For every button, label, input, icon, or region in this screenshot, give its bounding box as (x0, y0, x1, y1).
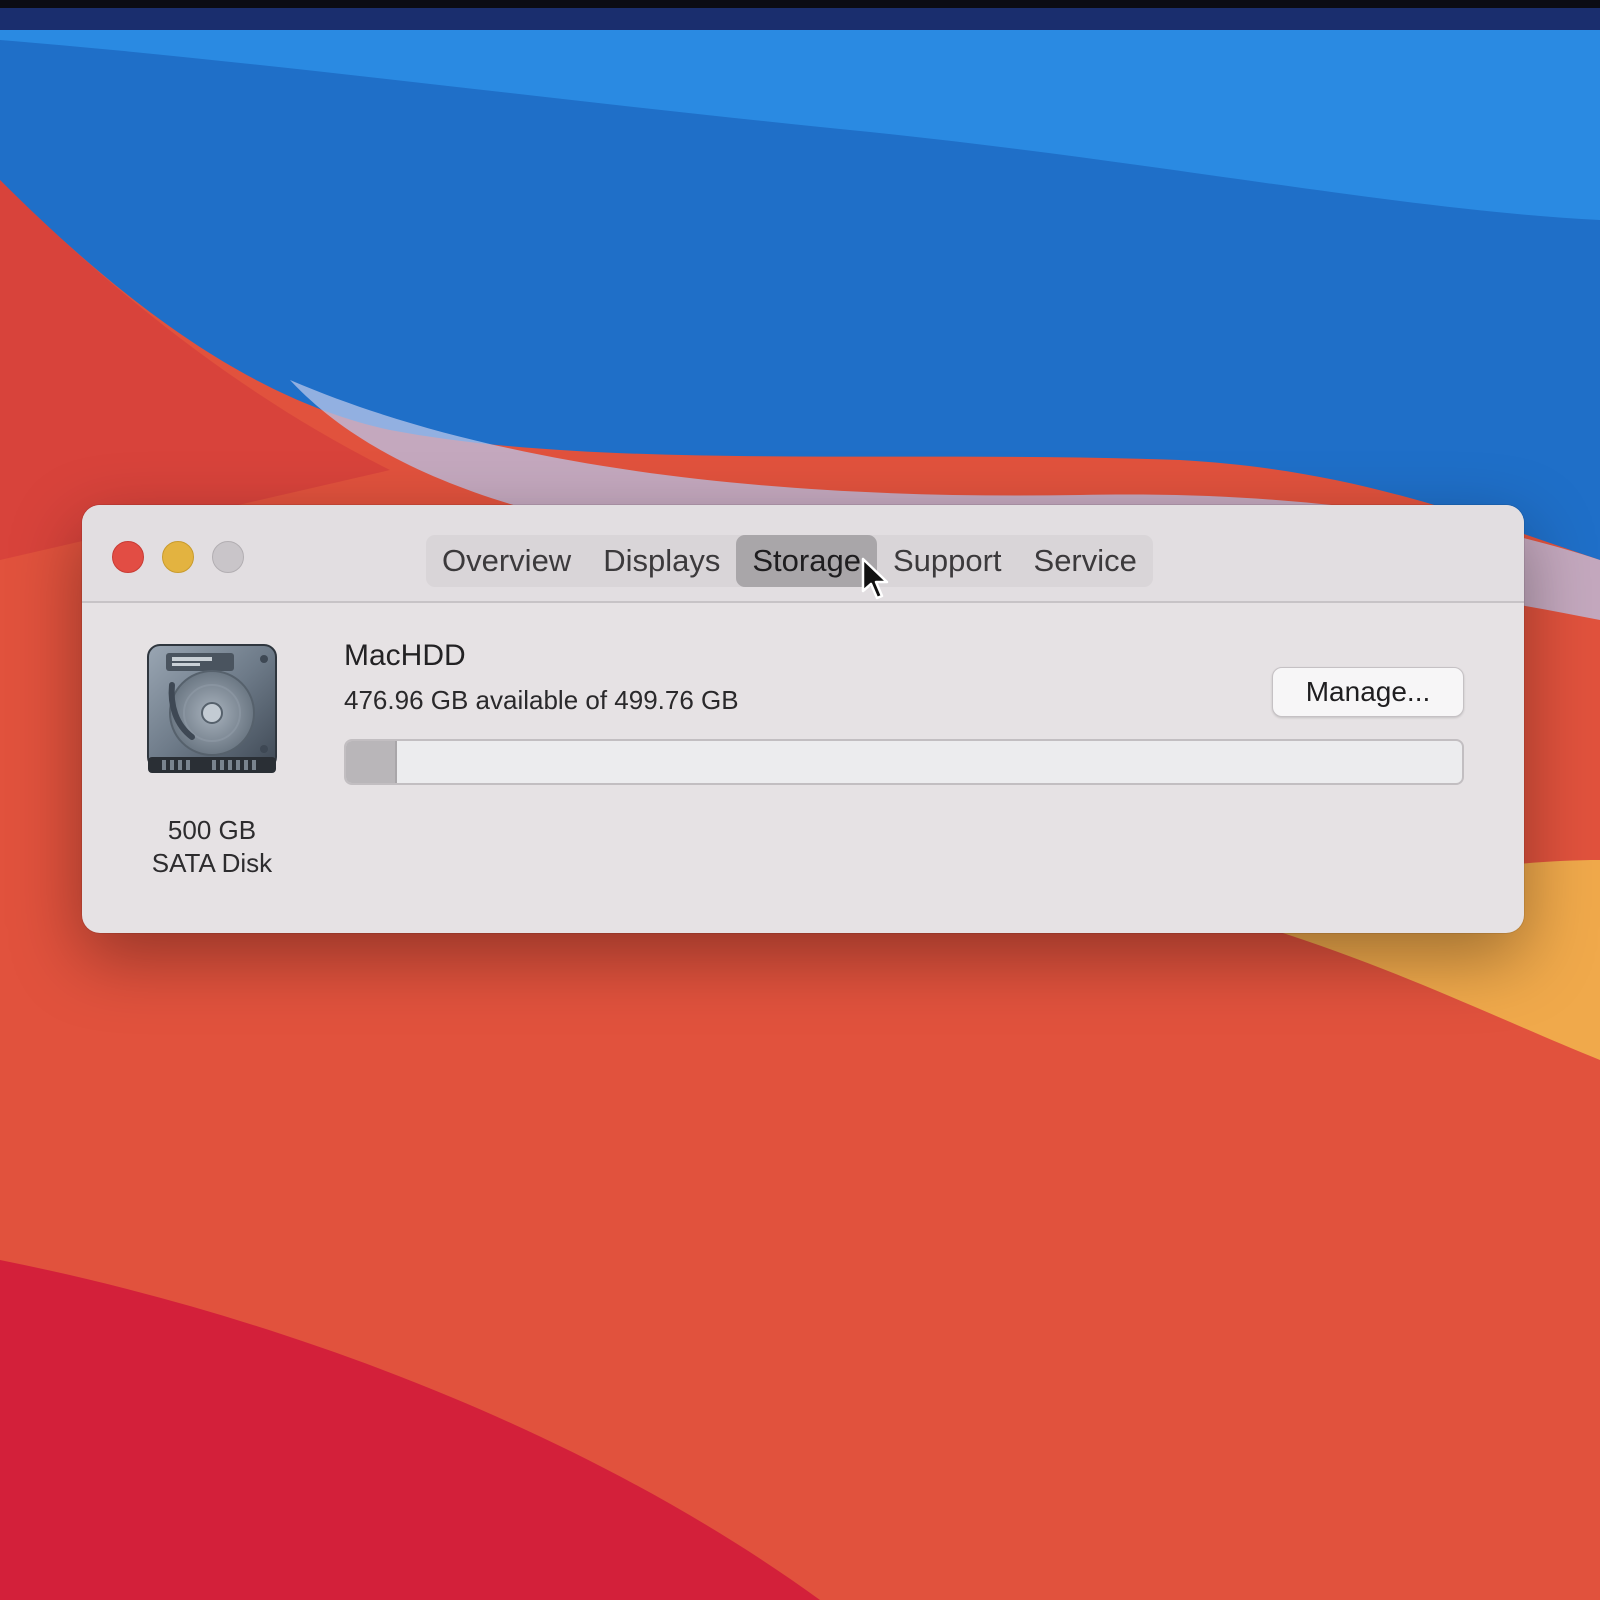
zoom-button[interactable] (212, 541, 244, 573)
storage-usage-bar (344, 739, 1464, 785)
volume-usage-text: 476.96 GB available of 499.76 GB (344, 685, 739, 715)
storage-used-segment (346, 741, 397, 783)
minimize-button[interactable] (162, 541, 194, 573)
volume-name: MacHDD (344, 639, 466, 672)
storage-panel: 500 GB SATA Disk MacHDD 476.96 GB availa… (82, 603, 1524, 933)
about-this-mac-window: Overview Displays Storage Support Servic… (82, 505, 1524, 933)
manage-button[interactable]: Manage... (1272, 667, 1464, 717)
tab-overview[interactable]: Overview (426, 535, 587, 587)
tab-storage[interactable]: Storage (736, 535, 877, 587)
disk-type-label: SATA Disk (151, 848, 273, 878)
tab-service[interactable]: Service (1018, 535, 1153, 587)
pointer-cursor-icon (861, 557, 889, 600)
tab-bar: Overview Displays Storage Support Servic… (426, 535, 1153, 587)
desktop: Overview Displays Storage Support Servic… (0, 0, 1600, 1600)
tab-support[interactable]: Support (877, 535, 1018, 587)
disk-size-label: 500 GB (167, 815, 257, 845)
tab-displays[interactable]: Displays (587, 535, 736, 587)
hard-drive-icon (147, 644, 277, 773)
title-bar: Overview Displays Storage Support Servic… (82, 505, 1524, 603)
close-button[interactable] (112, 541, 144, 573)
